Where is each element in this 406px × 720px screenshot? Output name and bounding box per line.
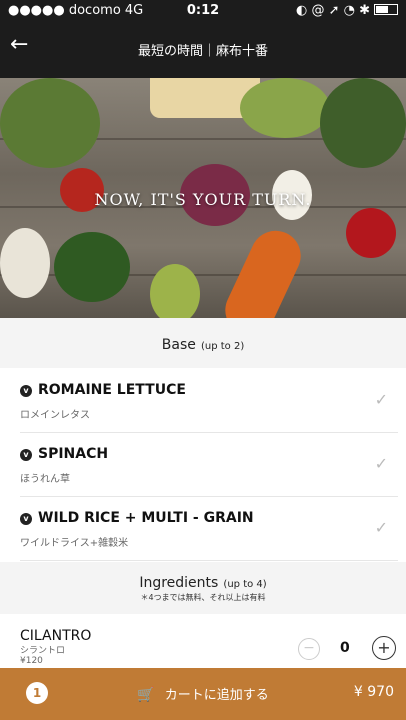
hero-image: NOW, IT'S YOUR TURN.	[0, 78, 406, 318]
cart-total: ¥ 970	[353, 684, 394, 700]
ingredient-subtitle: シラントロ	[20, 646, 66, 656]
nav-bar: ← 最短の時間｜麻布十番	[0, 22, 406, 78]
base-item-wild-rice[interactable]: v WILD RICE + MULTI - GRAIN ワイルドライス+雑穀米 ✓	[20, 496, 398, 561]
vegan-badge-icon: v	[20, 385, 32, 397]
lettuce-shape	[0, 78, 100, 168]
base-section-header: Base (up to 2)	[0, 318, 406, 368]
ingredient-title: CILANTRO	[20, 628, 92, 644]
leaf-shape	[320, 78, 406, 168]
hero-text: NOW, IT'S YOUR TURN.	[94, 190, 312, 209]
increment-button[interactable]: +	[372, 636, 396, 660]
battery-icon	[374, 4, 398, 15]
base-item-spinach[interactable]: v SPINACH ほうれん草 ✓	[20, 432, 398, 497]
base-item-title: WILD RICE + MULTI - GRAIN	[38, 510, 254, 526]
cart-icon: 🛒	[137, 687, 155, 703]
carrot-shape	[217, 222, 309, 318]
base-item-title: SPINACH	[38, 446, 109, 462]
ingredients-note: ＊4つまでは無料、それ以上は有料	[140, 593, 266, 602]
base-header-limit: (up to 2)	[200, 341, 245, 352]
add-to-cart-bar[interactable]: 1 🛒 カートに追加する ¥ 970	[0, 668, 406, 720]
check-icon[interactable]: ✓	[375, 454, 388, 473]
broccoli-shape	[54, 232, 130, 302]
base-item-subtitle: ワイルドライス+雑穀米	[20, 538, 129, 549]
status-icons: ◐ @ ➚ ◔ ✱	[296, 3, 398, 18]
decrement-button[interactable]: −	[298, 638, 320, 660]
base-item-subtitle: ロメインレタス	[20, 410, 90, 421]
status-bar: ●●●●● docomo 4G 0:12 ◐ @ ➚ ◔ ✱	[0, 0, 406, 22]
vegan-badge-icon: v	[20, 449, 32, 461]
ingredients-header-limit: (up to 4)	[223, 579, 267, 590]
apple-shape	[346, 208, 396, 258]
ingredients-section-header: Ingredients (up to 4) ＊4つまでは無料、それ以上は有料	[0, 562, 406, 614]
rice-shape	[0, 228, 50, 298]
check-icon[interactable]: ✓	[375, 390, 388, 409]
base-item-title: ROMAINE LETTUCE	[38, 382, 186, 398]
vegan-badge-icon: v	[20, 513, 32, 525]
add-to-cart-button[interactable]: 🛒 カートに追加する	[0, 684, 406, 703]
avocado-shape	[150, 264, 200, 318]
ingredient-price: ¥120	[20, 656, 43, 666]
add-to-cart-label: カートに追加する	[164, 688, 269, 703]
quantity-value: 0	[340, 640, 350, 656]
check-icon[interactable]: ✓	[375, 518, 388, 537]
status-indicators: ◐ @ ➚ ◔ ✱	[295, 3, 370, 18]
page-title: 最短の時間｜麻布十番	[137, 44, 268, 59]
base-item-subtitle: ほうれん草	[20, 474, 70, 485]
base-item-romaine[interactable]: v ROMAINE LETTUCE ロメインレタス ✓	[20, 368, 398, 433]
greens-shape	[240, 78, 330, 138]
ingredient-item-cilantro: CILANTRO シラントロ ¥120 − 0 +	[20, 624, 398, 668]
base-header-title: Base	[161, 337, 196, 353]
ingredients-header-title: Ingredients	[139, 575, 219, 591]
